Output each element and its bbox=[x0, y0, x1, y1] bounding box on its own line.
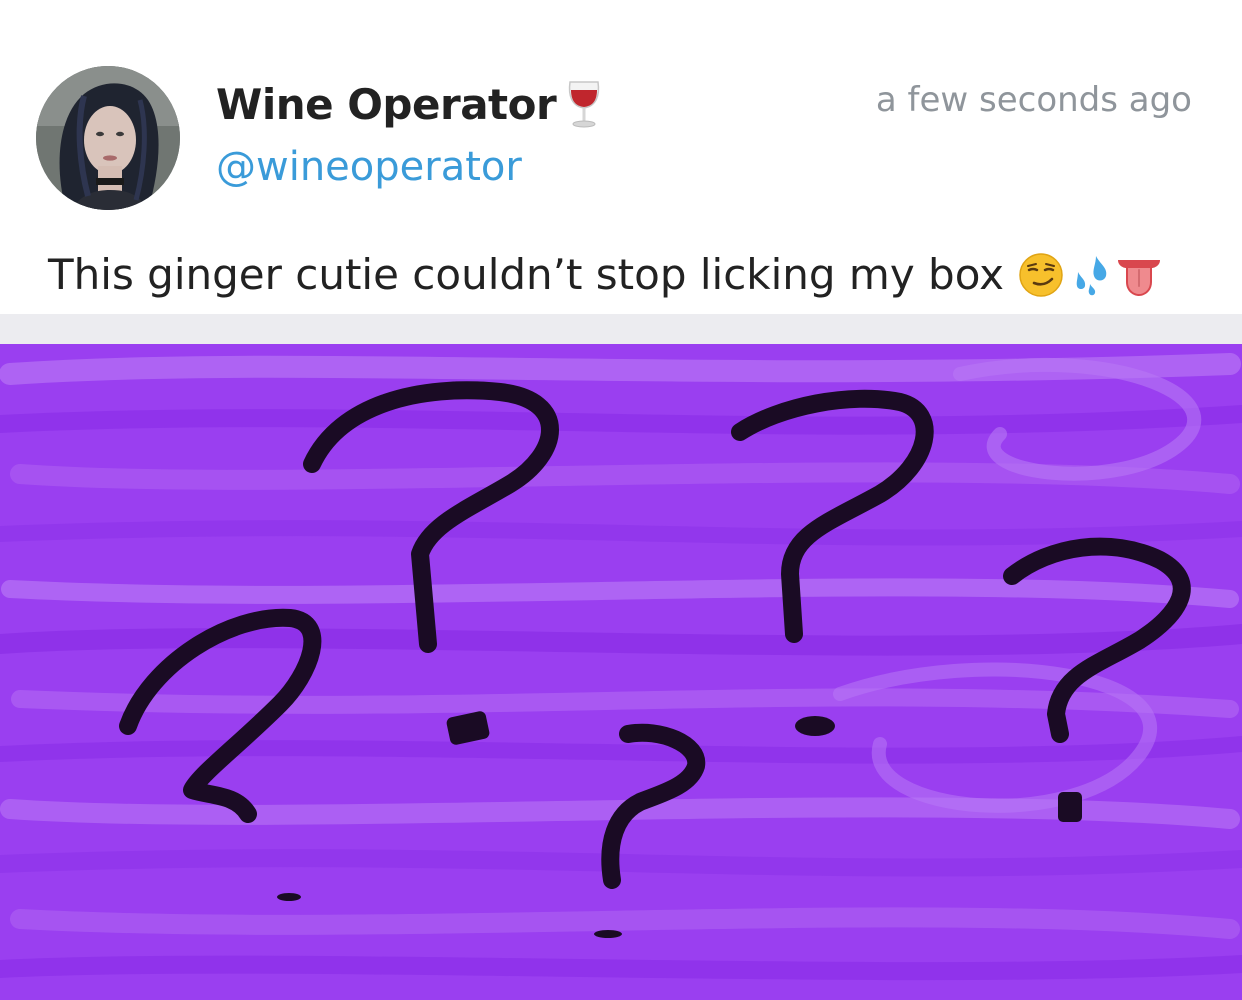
tweet-card: Wine Operator @wineoperator a few second… bbox=[0, 0, 1242, 1000]
tweet-text: This ginger cutie couldn’t stop licking … bbox=[48, 250, 1164, 299]
tongue-emoji bbox=[1117, 259, 1160, 296]
timestamp[interactable]: a few seconds ago bbox=[876, 80, 1192, 120]
smirking-face-emoji bbox=[1019, 252, 1063, 297]
tweet-emojis bbox=[1018, 252, 1164, 298]
wine-glass-icon bbox=[564, 78, 604, 130]
sweat-droplets-emoji bbox=[1076, 255, 1107, 295]
tweet-media-image[interactable] bbox=[0, 314, 1242, 1000]
user-handle[interactable]: @wineoperator bbox=[216, 144, 522, 190]
display-name-text[interactable]: Wine Operator bbox=[216, 80, 557, 129]
display-name[interactable]: Wine Operator bbox=[216, 78, 604, 130]
avatar[interactable] bbox=[36, 66, 180, 210]
tweet-text-content: This ginger cutie couldn’t stop licking … bbox=[48, 250, 1004, 299]
